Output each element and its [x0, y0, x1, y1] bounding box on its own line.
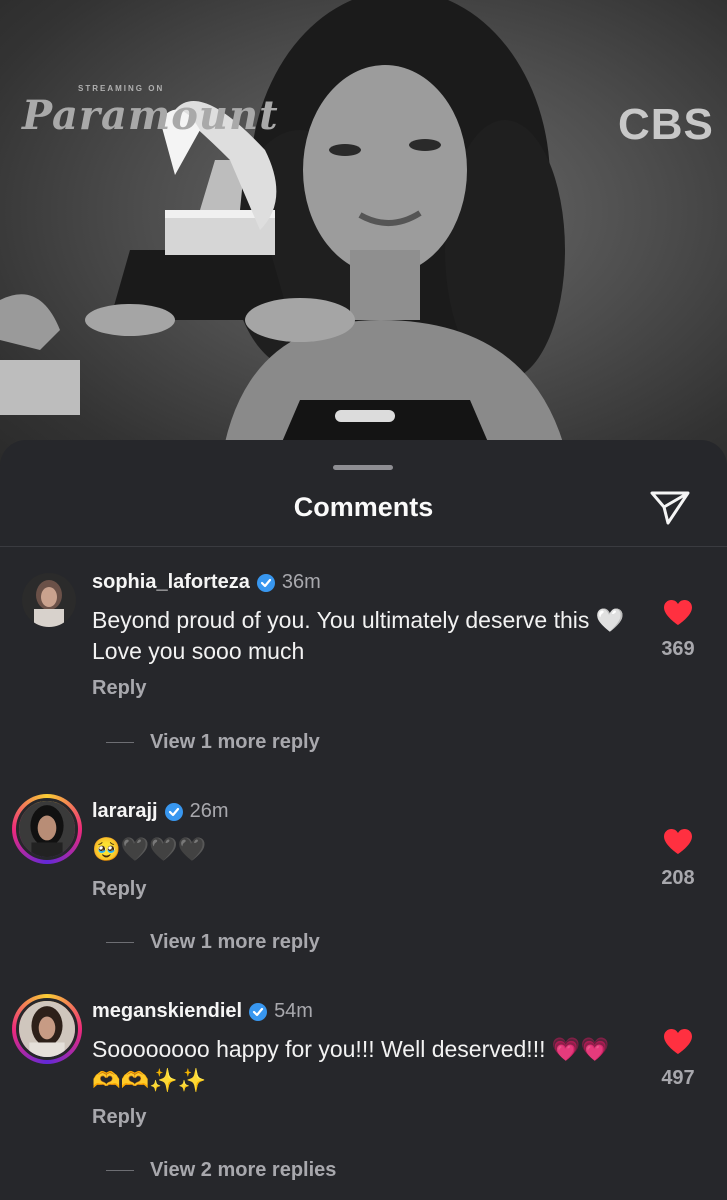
verified-badge-icon: [164, 802, 183, 821]
verified-badge-icon: [256, 573, 275, 592]
like-count: 497: [661, 1067, 695, 1089]
comment-text: Soooooooo happy for you!!! Well deserved…: [92, 1036, 610, 1093]
like-count: 369: [661, 638, 695, 660]
cbs-logo-text: CBS: [618, 100, 714, 149]
comment-header: lararajj 26m: [92, 800, 229, 823]
comment-time: 54m: [274, 1000, 313, 1022]
avatar-story-ring[interactable]: [12, 794, 82, 864]
comment-time: 36m: [281, 571, 321, 593]
reply-button[interactable]: Reply: [92, 1106, 146, 1129]
sheet-divider: [0, 546, 727, 547]
like-count: 208: [661, 867, 695, 889]
avatar-story-ring[interactable]: [12, 994, 82, 1064]
thread-line: [106, 742, 134, 743]
comment-username[interactable]: meganskiendiel: [92, 1000, 242, 1023]
view-more-label: View 2 more replies: [150, 1159, 337, 1181]
verified-badge-icon: [249, 1002, 268, 1021]
thread-line: [106, 1170, 134, 1171]
comment-username[interactable]: sophia_laforteza: [92, 571, 250, 594]
view-more-label: View 1 more reply: [150, 931, 320, 953]
like-button[interactable]: 497: [650, 1028, 706, 1090]
heart-icon: [664, 829, 692, 854]
comment-text: 🥹🖤🖤🖤: [92, 836, 207, 862]
heart-icon: [664, 600, 692, 625]
sheet-title: Comments: [293, 492, 434, 522]
comment-text: Beyond proud of you. You ultimately dese…: [92, 607, 625, 664]
avatar[interactable]: [22, 573, 76, 627]
like-button[interactable]: 208: [650, 828, 706, 890]
paramount-logo-text: Paramount: [22, 92, 279, 139]
comment-time: 26m: [189, 800, 229, 822]
reply-button[interactable]: Reply: [92, 677, 146, 700]
paper-plane-icon[interactable]: [648, 487, 692, 527]
heart-icon: [664, 1029, 692, 1054]
photo-illustration: [0, 0, 570, 470]
comment-header: sophia_laforteza 36m: [92, 571, 321, 594]
post-photo: STREAMING ON Paramount CBS: [0, 0, 727, 470]
reply-button[interactable]: Reply: [92, 878, 146, 901]
view-more-replies[interactable]: View 2 more replies: [106, 1159, 336, 1182]
view-more-replies[interactable]: View 1 more reply: [106, 931, 320, 954]
comment-username[interactable]: lararajj: [92, 800, 158, 823]
like-button[interactable]: 369: [650, 599, 706, 661]
comments-sheet: Comments sophia_laforteza 36m Beyond pro…: [0, 440, 727, 1200]
sheet-grabber[interactable]: [333, 465, 393, 470]
comment-header: meganskiendiel 54m: [92, 1000, 313, 1023]
thread-line: [106, 942, 134, 943]
view-more-replies[interactable]: View 1 more reply: [106, 731, 320, 754]
view-more-label: View 1 more reply: [150, 731, 320, 753]
